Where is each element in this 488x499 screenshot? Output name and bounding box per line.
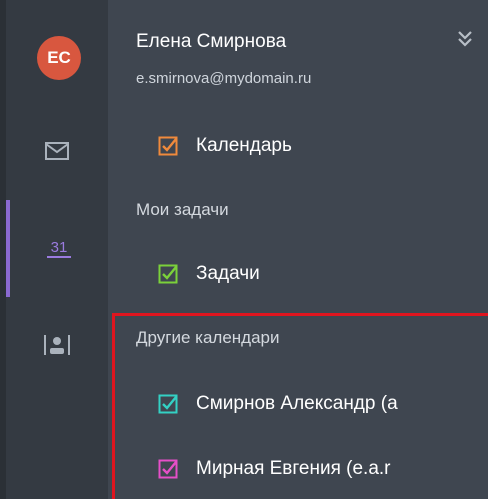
calendar-item-main[interactable]: Календарь — [158, 135, 292, 157]
avatar-initials: ЕС — [47, 48, 71, 67]
calendar-icon[interactable]: 31 — [44, 233, 74, 263]
section-my-tasks: Мои задачи — [136, 200, 229, 219]
task-item-label: Задачи — [196, 263, 260, 284]
mail-icon[interactable] — [42, 136, 72, 166]
collapse-icon[interactable] — [454, 28, 476, 50]
calendar-item-label: Календарь — [196, 135, 292, 156]
user-email: e.smirnova@mydomain.ru — [136, 70, 312, 87]
calendar-day-text: 31 — [51, 239, 68, 256]
user-name: Елена Смирнова — [136, 31, 287, 52]
highlight-box — [112, 313, 488, 499]
checkbox-checked-icon[interactable] — [158, 264, 178, 284]
checkbox-checked-icon[interactable] — [158, 136, 178, 156]
active-indicator — [6, 200, 10, 297]
task-item[interactable]: Задачи — [158, 263, 260, 285]
avatar[interactable]: ЕС — [37, 36, 81, 80]
contacts-icon[interactable] — [42, 330, 72, 360]
